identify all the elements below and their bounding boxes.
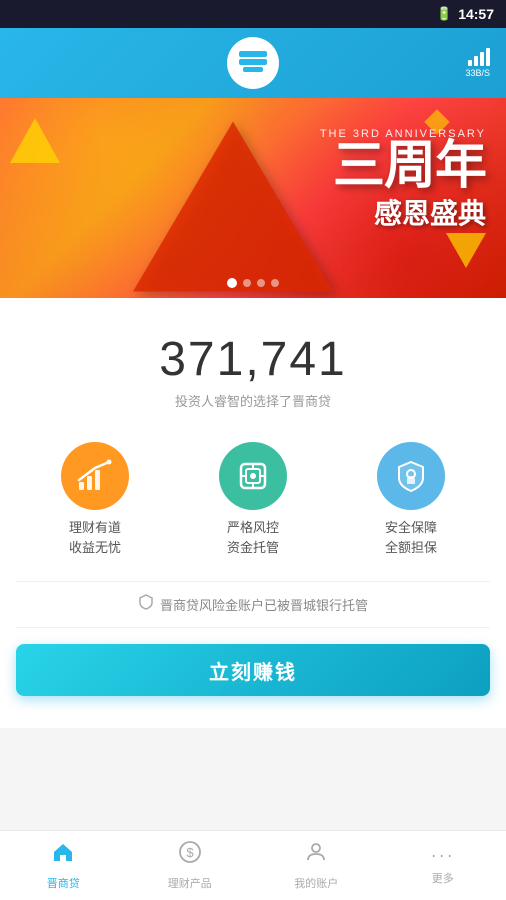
cta-section: 立刻赚钱 xyxy=(16,644,490,712)
banner-subtitle: THE 3RD ANNIVERSARY xyxy=(320,128,486,140)
feature-item-risk: 严格风控 资金托管 xyxy=(174,442,332,557)
banner-main-triangle xyxy=(133,122,333,292)
feature-item-security: 安全保障 全额担保 xyxy=(332,442,490,557)
svg-text:$: $ xyxy=(186,845,194,860)
nav-label-finance: 理财产品 xyxy=(168,875,212,891)
home-icon xyxy=(51,840,75,871)
banner-dot-1 xyxy=(227,278,237,288)
battery-icon: 🔋 xyxy=(436,6,452,22)
wifi-signal: 33B/S xyxy=(465,48,490,78)
account-icon xyxy=(304,840,328,871)
bottom-nav: 晋商贷 $ 理财产品 我的账户 ··· 更多 xyxy=(0,830,506,900)
banner-dot-3 xyxy=(257,279,265,287)
nav-item-finance[interactable]: $ 理财产品 xyxy=(127,831,254,900)
feature-text-finance: 理财有道 收益无忧 xyxy=(69,518,121,557)
nav-item-more[interactable]: ··· 更多 xyxy=(380,831,506,900)
nav-item-account[interactable]: 我的账户 xyxy=(253,831,380,900)
promo-banner[interactable]: THE 3RD ANNIVERSARY 三周年 感恩盛典 xyxy=(0,98,506,298)
app-logo xyxy=(227,37,279,89)
features-row: 理财有道 收益无忧 严格风控 资金托管 xyxy=(16,426,490,577)
trust-section: 晋商贷风险金账户已被晋城银行托管 xyxy=(16,581,490,628)
nav-label-more: 更多 xyxy=(432,870,454,886)
feature-text-risk: 严格风控 资金托管 xyxy=(227,518,279,557)
stats-label: 投资人睿智的选择了晋商贷 xyxy=(16,391,490,410)
trust-text: 晋商贷风险金账户已被晋城银行托管 xyxy=(160,595,368,614)
app-header: 33B/S xyxy=(0,28,506,98)
status-bar: 🔋 14:57 xyxy=(0,0,506,28)
main-content: 371,741 投资人睿智的选择了晋商贷 理财有道 收益无忧 xyxy=(0,298,506,728)
banner-decor-triangle-left xyxy=(10,118,60,163)
feature-item-finance: 理财有道 收益无忧 xyxy=(16,442,174,557)
speed-label: 33B/S xyxy=(465,68,490,78)
feature-icon-risk xyxy=(219,442,287,510)
nav-label-account: 我的账户 xyxy=(294,875,338,891)
banner-dots xyxy=(227,278,279,288)
status-time: 14:57 xyxy=(458,6,494,22)
nav-label-home: 晋商贷 xyxy=(47,875,80,891)
nav-item-home[interactable]: 晋商贷 xyxy=(0,831,127,900)
banner-title-line1: 三周年 xyxy=(320,140,486,192)
stats-section: 371,741 投资人睿智的选择了晋商贷 xyxy=(16,322,490,426)
feature-icon-finance xyxy=(61,442,129,510)
finance-icon: $ xyxy=(178,840,202,871)
banner-dot-2 xyxy=(243,279,251,287)
more-icon: ··· xyxy=(431,845,455,866)
feature-icon-security xyxy=(377,442,445,510)
banner-dot-4 xyxy=(271,279,279,287)
banner-title-line2: 感恩盛典 xyxy=(320,192,486,232)
banner-decor-triangle-right xyxy=(446,233,486,268)
stats-number: 371,741 xyxy=(16,332,490,387)
banner-text: THE 3RD ANNIVERSARY 三周年 感恩盛典 xyxy=(320,128,486,232)
logo-icon xyxy=(235,43,271,83)
cta-button[interactable]: 立刻赚钱 xyxy=(16,644,490,696)
shield-icon xyxy=(138,594,154,615)
feature-text-security: 安全保障 全额担保 xyxy=(385,518,437,557)
